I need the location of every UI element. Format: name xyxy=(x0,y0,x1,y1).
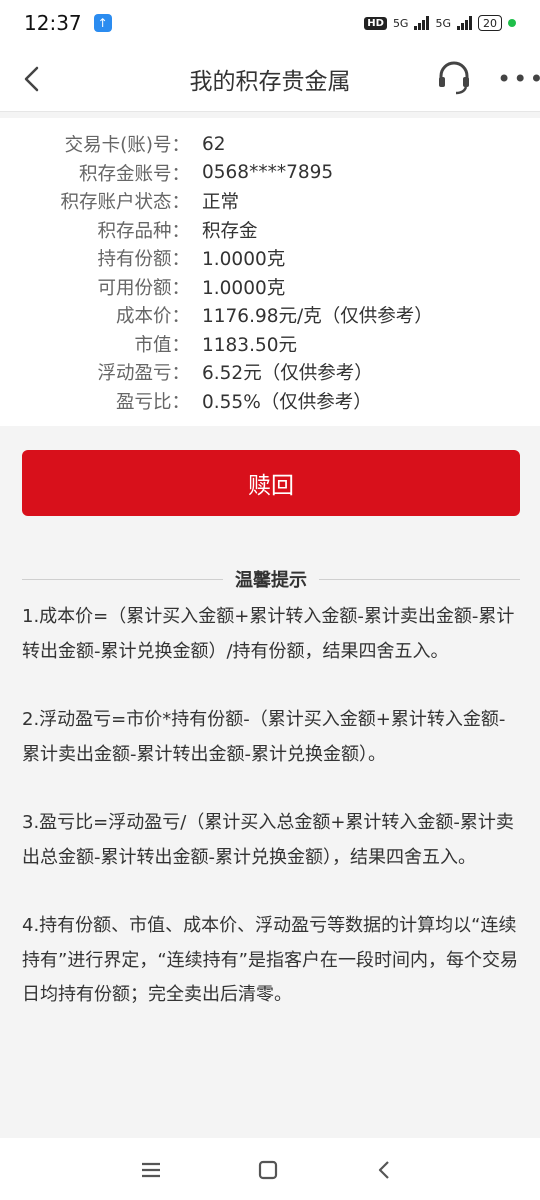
info-value: 1.0000克 xyxy=(202,277,286,299)
info-value: 1.0000克 xyxy=(202,249,286,271)
tips-content: 1.成本价=（累计买入金额+累计转入金额-累计卖出金额-累计转出金额-累计兑换金… xyxy=(22,600,522,1047)
info-label: 积存品种： xyxy=(97,220,190,242)
info-label: 积存金账号： xyxy=(78,163,190,185)
status-time: 12:37 xyxy=(24,11,82,35)
upload-notification-icon: ↑ xyxy=(93,14,112,32)
tip-item: 1.成本价=（累计买入金额+累计转入金额-累计卖出金额-累计转出金额-累计兑换金… xyxy=(22,606,515,662)
info-label: 持有份额： xyxy=(97,249,190,271)
info-label: 市值： xyxy=(134,334,190,356)
info-row-cost-price: 成本价： 1176.98元/克（仅供参考） xyxy=(0,301,540,330)
tips-heading-text: 温馨提示 xyxy=(235,570,307,591)
status-dot-icon xyxy=(508,19,516,27)
info-row-status: 积存账户状态： 正常 xyxy=(0,187,540,216)
info-value: 62 xyxy=(202,133,226,155)
info-row-product: 积存品种： 积存金 xyxy=(0,216,540,245)
info-value: 1183.50元 xyxy=(202,334,298,356)
info-row-pnl-ratio: 盈亏比： 0.55%（仅供参考） xyxy=(0,387,540,416)
info-label: 交易卡(账)号： xyxy=(64,135,190,157)
divider xyxy=(319,578,520,580)
info-label: 浮动盈亏： xyxy=(97,363,190,385)
status-bar: 12:37 ↑ HD 5G 5G 20 xyxy=(0,0,540,46)
info-row-holding: 持有份额： 1.0000克 xyxy=(0,244,540,273)
battery-icon: 20 xyxy=(478,15,502,31)
signal-icon xyxy=(414,16,430,30)
home-icon[interactable] xyxy=(254,1156,282,1184)
divider xyxy=(22,578,223,580)
tip-item: 3.盈亏比=浮动盈亏/（累计买入总金额+累计转入金额-累计卖出总金额-累计转出金… xyxy=(22,812,514,868)
info-value: 0.55%（仅供参考） xyxy=(202,391,372,413)
status-indicators: HD 5G 5G 20 xyxy=(364,15,516,31)
info-row-card-number: 交易卡(账)号： 62 xyxy=(0,130,540,159)
info-row-market-value: 市值： 1183.50元 xyxy=(0,330,540,359)
info-row-gold-account: 积存金账号： 0568****7895 xyxy=(0,159,540,188)
network-label-1: 5G xyxy=(392,16,409,30)
info-label: 成本价： xyxy=(115,306,190,328)
info-value: 正常 xyxy=(202,192,240,214)
tip-item: 2.浮动盈亏=市价*持有份额-（累计买入金额+累计转入金额-累计卖出金额-累计转… xyxy=(22,709,506,765)
menu-icon[interactable] xyxy=(137,1156,165,1184)
page-header: 我的积存贵金属 ••• xyxy=(0,46,540,112)
info-label: 盈亏比： xyxy=(115,391,190,413)
tip-item: 4.持有份额、市值、成本价、浮动盈亏等数据的计算均以“连续持有”进行界定，“连续… xyxy=(22,915,518,1005)
redeem-button[interactable]: 赎回 xyxy=(22,450,520,516)
tips-heading: 温馨提示 xyxy=(22,565,520,593)
hd-icon: HD xyxy=(364,16,387,30)
signal-icon-2 xyxy=(457,16,472,30)
info-label: 可用份额： xyxy=(97,277,190,299)
info-label: 积存账户状态： xyxy=(60,192,190,214)
info-value: 6.52元（仅供参考） xyxy=(202,363,373,385)
info-value: 1176.98元/克（仅供参考） xyxy=(202,306,433,328)
more-options-icon[interactable]: ••• xyxy=(497,67,540,91)
back-arrow-icon[interactable] xyxy=(18,64,48,94)
customer-service-icon[interactable] xyxy=(436,60,472,96)
account-info-panel: 交易卡(账)号： 62 积存金账号： 0568****7895 积存账户状态： … xyxy=(0,118,540,426)
info-value: 0568****7895 xyxy=(202,162,334,184)
info-value: 积存金 xyxy=(202,220,258,242)
info-row-available: 可用份额： 1.0000克 xyxy=(0,273,540,302)
system-nav-bar xyxy=(0,1138,540,1200)
info-row-floating-pnl: 浮动盈亏： 6.52元（仅供参考） xyxy=(0,358,540,387)
network-label-2: 5G xyxy=(435,16,451,30)
back-icon[interactable] xyxy=(371,1156,399,1184)
